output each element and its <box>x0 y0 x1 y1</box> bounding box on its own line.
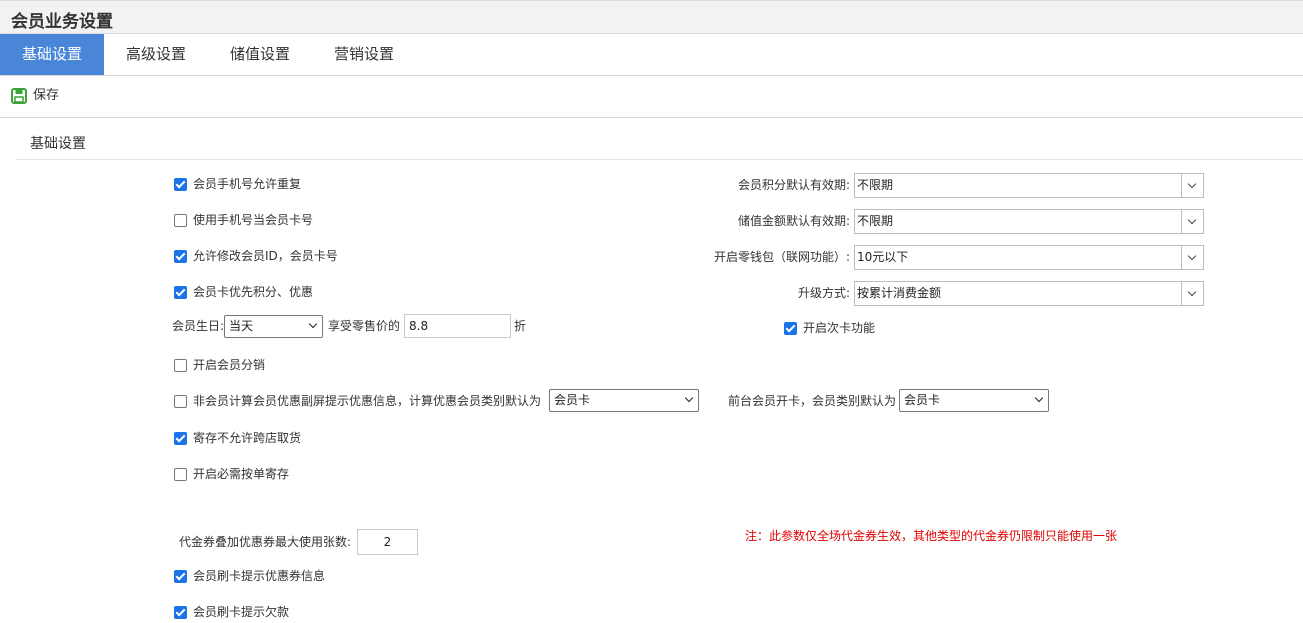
chevron-down-icon <box>684 393 694 403</box>
birthday-select-value: 当天 <box>229 319 254 333</box>
nonmember-discount-label: 非会员计算会员优惠副屏提示优惠信息，计算优惠会员类别默认为 <box>193 394 542 408</box>
change-wallet-combo[interactable]: 10元以下 <box>854 245 1204 270</box>
page-title: 会员业务设置 <box>11 12 113 32</box>
tab-basic-settings[interactable]: 基础设置 <box>0 34 104 75</box>
discount-unit-label: 折 <box>514 319 527 333</box>
points-validity-combo[interactable]: 不限期 <box>854 173 1204 198</box>
allow-edit-member-id-label: 允许修改会员ID，会员卡号 <box>193 249 338 263</box>
chevron-down-icon[interactable] <box>1181 174 1203 197</box>
birthday-discount-input[interactable]: 8.8 <box>404 314 511 338</box>
tab-stored-value-settings[interactable]: 储值设置 <box>208 34 312 75</box>
toolbar: 保存 <box>0 76 1303 118</box>
member-distribution-checkbox[interactable] <box>174 359 187 372</box>
card-coupon-prompt-label: 会员刷卡提示优惠券信息 <box>193 569 326 583</box>
card-priority-points-label: 会员卡优先积分、优惠 <box>193 285 314 299</box>
allow-duplicate-phone-label: 会员手机号允许重复 <box>193 177 302 191</box>
tab-advanced-settings[interactable]: 高级设置 <box>104 34 208 75</box>
nonmember-category-value: 会员卡 <box>554 393 591 407</box>
upgrade-method-label: 升级方式: <box>797 286 850 300</box>
order-storage-label: 开启必需按单寄存 <box>193 467 290 481</box>
order-storage-checkbox[interactable] <box>174 468 187 481</box>
birthday-select[interactable]: 当天 <box>224 315 323 338</box>
coupon-max-input[interactable]: 2 <box>357 529 418 555</box>
chevron-down-icon[interactable] <box>1181 210 1203 233</box>
front-desk-category-value: 会员卡 <box>904 393 941 407</box>
allow-edit-member-id-checkbox[interactable] <box>174 250 187 263</box>
punch-card-label: 开启次卡功能 <box>803 321 876 335</box>
member-distribution-label: 开启会员分销 <box>193 358 266 372</box>
no-cross-store-pickup-checkbox[interactable] <box>174 432 187 445</box>
card-debt-prompt-checkbox[interactable] <box>174 606 187 619</box>
card-priority-points-checkbox[interactable] <box>174 286 187 299</box>
chevron-down-icon <box>1034 393 1044 403</box>
tab-marketing-settings[interactable]: 营销设置 <box>312 34 416 75</box>
stored-value-validity-combo[interactable]: 不限期 <box>854 209 1204 234</box>
points-validity-value: 不限期 <box>857 178 894 192</box>
change-wallet-label: 开启零钱包（联网功能）: <box>713 250 850 264</box>
save-button-label: 保存 <box>33 88 60 103</box>
front-desk-category-select[interactable]: 会员卡 <box>899 389 1049 412</box>
front-desk-category-label: 前台会员开卡，会员类别默认为 <box>728 394 897 408</box>
stored-value-validity-value: 不限期 <box>857 214 894 228</box>
section-divider <box>16 159 1303 160</box>
title-bar: 会员业务设置 <box>0 0 1303 34</box>
card-debt-prompt-label: 会员刷卡提示欠款 <box>193 605 290 619</box>
coupon-max-value: 2 <box>383 535 392 549</box>
upgrade-method-value: 按累计消费金额 <box>857 286 942 300</box>
coupon-max-label: 代金券叠加优惠券最大使用张数: <box>179 535 352 549</box>
section-title: 基础设置 <box>30 136 86 152</box>
stored-value-validity-label: 储值金额默认有效期: <box>737 214 850 228</box>
points-validity-label: 会员积分默认有效期: <box>737 178 850 192</box>
punch-card-checkbox[interactable] <box>784 322 797 335</box>
tab-bar: 基础设置 高级设置 储值设置 营销设置 <box>0 34 1303 76</box>
change-wallet-value: 10元以下 <box>857 250 909 264</box>
chevron-down-icon[interactable] <box>1181 246 1203 269</box>
birthday-discount-label: 享受零售价的 <box>328 319 401 333</box>
phone-as-card-checkbox[interactable] <box>174 214 187 227</box>
no-cross-store-pickup-label: 寄存不允许跨店取货 <box>193 431 302 445</box>
birthday-discount-value: 8.8 <box>409 319 429 333</box>
nonmember-category-select[interactable]: 会员卡 <box>549 389 699 412</box>
birthday-label: 会员生日: <box>172 319 225 333</box>
chevron-down-icon[interactable] <box>1181 282 1203 305</box>
coupon-note: 注：此参数仅全场代金券生效，其他类型的代金券仍限制只能使用一张 <box>745 529 1118 543</box>
allow-duplicate-phone-checkbox[interactable] <box>174 178 187 191</box>
chevron-down-icon <box>308 319 318 329</box>
nonmember-discount-checkbox[interactable] <box>174 395 187 408</box>
phone-as-card-label: 使用手机号当会员卡号 <box>193 213 314 227</box>
save-icon <box>11 88 27 104</box>
card-coupon-prompt-checkbox[interactable] <box>174 570 187 583</box>
upgrade-method-combo[interactable]: 按累计消费金额 <box>854 281 1204 306</box>
